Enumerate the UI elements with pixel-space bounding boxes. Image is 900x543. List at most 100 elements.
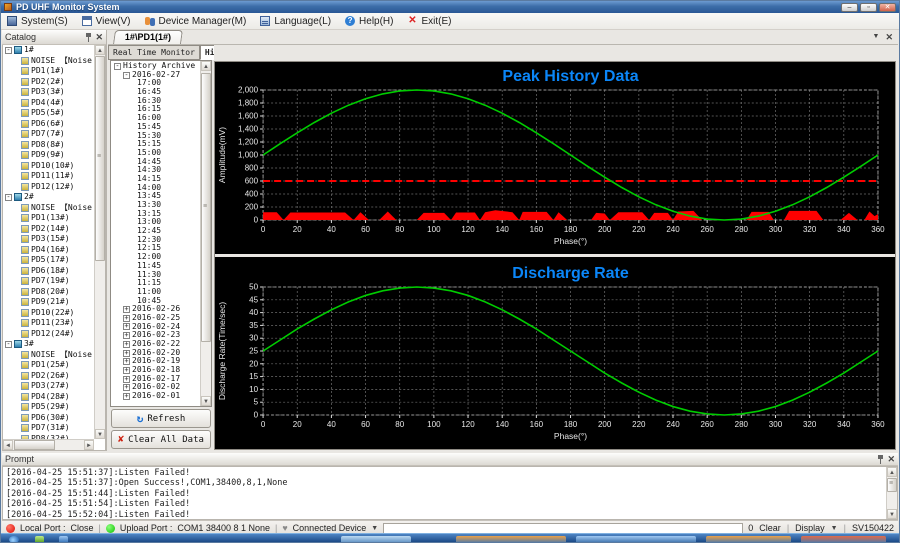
catalog-sensor-item[interactable]: PD1(25#) — [3, 360, 94, 371]
status-input[interactable] — [383, 523, 743, 534]
scroll-up-icon[interactable]: ▲ — [887, 467, 897, 477]
scroll-up-icon[interactable]: ▲ — [95, 45, 105, 55]
catalog-sensor-item[interactable]: PD3(3#) — [3, 87, 94, 98]
menu-system[interactable]: System(S) — [7, 16, 68, 27]
display-dropdown-icon[interactable]: ▼ — [831, 525, 838, 532]
expand-icon[interactable]: + — [123, 315, 130, 322]
expand-icon[interactable]: + — [123, 323, 130, 330]
taskbar-window-button[interactable] — [341, 536, 411, 542]
taskbar[interactable] — [1, 533, 899, 542]
expand-icon[interactable]: + — [123, 332, 130, 339]
pin-icon[interactable] — [877, 455, 884, 464]
scroll-thumb[interactable] — [201, 73, 211, 342]
close-button[interactable]: ✕ — [879, 3, 896, 12]
taskbar-icon[interactable] — [35, 536, 44, 542]
taskbar-window-button[interactable] — [456, 536, 566, 542]
clear-all-data-button[interactable]: ✘ Clear All Data — [111, 430, 211, 449]
catalog-sensor-item[interactable]: PD6(30#) — [3, 413, 94, 424]
taskbar-window-button[interactable] — [801, 536, 886, 542]
maximize-button[interactable]: ▫ — [860, 3, 877, 12]
scroll-up-icon[interactable]: ▲ — [201, 61, 211, 71]
catalog-hscrollbar[interactable]: ◄ ► — [3, 439, 94, 450]
clear-log-button[interactable]: Clear — [759, 523, 781, 533]
menu-device-manager[interactable]: Device Manager(M) — [145, 16, 247, 27]
taskbar-window-button[interactable] — [576, 536, 696, 542]
expand-icon[interactable]: + — [123, 341, 130, 348]
catalog-sensor-item[interactable]: PD7(19#) — [3, 276, 94, 287]
scroll-thumb[interactable] — [95, 56, 105, 261]
catalog-sensor-item[interactable]: PD10(10#) — [3, 161, 94, 172]
catalog-sensor-item[interactable]: PD7(7#) — [3, 129, 94, 140]
prompt-vscrollbar[interactable]: ▲ ▼ — [886, 467, 897, 519]
catalog-sensor-item[interactable]: PD10(22#) — [3, 308, 94, 319]
scroll-thumb[interactable] — [887, 478, 897, 492]
taskbar-window-button[interactable] — [706, 536, 791, 542]
close-tab-icon[interactable]: ✕ — [885, 33, 893, 42]
catalog-sensor-item[interactable]: PD1(13#) — [3, 213, 94, 224]
catalog-sensor-item[interactable]: PD6(18#) — [3, 266, 94, 277]
scroll-left-icon[interactable]: ◄ — [3, 440, 13, 450]
catalog-sensor-item[interactable]: PD4(28#) — [3, 392, 94, 403]
taskbar-icon[interactable] — [59, 536, 68, 542]
catalog-sensor-item[interactable]: PD5(5#) — [3, 108, 94, 119]
close-panel-icon[interactable]: ✕ — [95, 33, 103, 42]
catalog-sensor-item[interactable]: PD1(1#) — [3, 66, 94, 77]
collapse-icon[interactable]: - — [5, 47, 12, 54]
catalog-sensor-item[interactable]: PD2(2#) — [3, 77, 94, 88]
scroll-thumb[interactable] — [14, 440, 55, 450]
catalog-sensor-item[interactable]: PD3(27#) — [3, 381, 94, 392]
catalog-sensor-item[interactable]: PD7(31#) — [3, 423, 94, 434]
expand-icon[interactable]: + — [123, 350, 130, 357]
catalog-group[interactable]: -2# — [3, 192, 94, 203]
catalog-sensor-item[interactable]: PD6(6#) — [3, 119, 94, 130]
expand-icon[interactable]: + — [123, 393, 130, 400]
close-panel-icon[interactable]: ✕ — [887, 455, 895, 464]
catalog-sensor-item[interactable]: PD5(17#) — [3, 255, 94, 266]
start-orb-icon[interactable] — [9, 536, 19, 542]
menu-help[interactable]: ?Help(H) — [345, 16, 393, 27]
scroll-right-icon[interactable]: ► — [84, 440, 94, 450]
pin-icon[interactable] — [85, 33, 92, 42]
expand-icon[interactable]: + — [123, 358, 130, 365]
catalog-sensor-item[interactable]: PD12(24#) — [3, 329, 94, 340]
connected-device-label[interactable]: Connected Device — [293, 523, 367, 533]
collapse-icon[interactable]: - — [5, 341, 12, 348]
catalog-sensor-item[interactable]: PD9(9#) — [3, 150, 94, 161]
catalog-vscrollbar[interactable]: ▲ ▼ — [94, 45, 105, 439]
catalog-sensor-item[interactable]: PD2(26#) — [3, 371, 94, 382]
catalog-sensor-item[interactable]: PD11(11#) — [3, 171, 94, 182]
catalog-group[interactable]: -1# — [3, 45, 94, 56]
history-date[interactable]: +2016-02-01 — [113, 392, 201, 401]
collapse-icon[interactable]: - — [114, 63, 121, 70]
minimize-button[interactable]: – — [841, 3, 858, 12]
display-button[interactable]: Display — [795, 523, 825, 533]
catalog-sensor-item[interactable]: PD4(4#) — [3, 98, 94, 109]
tab-real-time-monitor[interactable]: Real Time Monitor — [108, 45, 200, 60]
menu-view[interactable]: View(V) — [82, 16, 131, 27]
scroll-down-icon[interactable]: ▼ — [887, 509, 897, 519]
collapse-icon[interactable]: - — [123, 72, 130, 79]
catalog-sensor-item[interactable]: NOISE 【Noise C — [3, 203, 94, 214]
catalog-sensor-item[interactable]: PD2(14#) — [3, 224, 94, 235]
scroll-down-icon[interactable]: ▼ — [201, 396, 211, 406]
menu-language[interactable]: Language(L) — [260, 16, 331, 27]
catalog-sensor-item[interactable]: PD3(15#) — [3, 234, 94, 245]
catalog-sensor-item[interactable]: PD5(29#) — [3, 402, 94, 413]
connected-device-dropdown-icon[interactable]: ▼ — [371, 525, 378, 532]
tab-list-dropdown-icon[interactable]: ▼ — [873, 33, 880, 42]
expand-icon[interactable]: + — [123, 367, 130, 374]
catalog-group[interactable]: -3# — [3, 339, 94, 350]
catalog-sensor-item[interactable]: PD9(21#) — [3, 297, 94, 308]
expand-icon[interactable]: + — [123, 376, 130, 383]
catalog-sensor-item[interactable]: NOISE 【Noise C — [3, 56, 94, 67]
catalog-sensor-item[interactable]: PD4(16#) — [3, 245, 94, 256]
catalog-sensor-item[interactable]: NOISE 【Noise C — [3, 350, 94, 361]
catalog-sensor-item[interactable]: PD8(8#) — [3, 140, 94, 151]
scroll-down-icon[interactable]: ▼ — [95, 429, 105, 439]
tab-pd1[interactable]: 1#\PD1(1#) — [113, 30, 183, 44]
catalog-sensor-item[interactable]: PD8(20#) — [3, 287, 94, 298]
menu-exit[interactable]: ✕Exit(E) — [407, 16, 451, 27]
catalog-sensor-item[interactable]: PD11(23#) — [3, 318, 94, 329]
expand-icon[interactable]: + — [123, 384, 130, 391]
refresh-button[interactable]: ↻ Refresh — [111, 409, 211, 428]
